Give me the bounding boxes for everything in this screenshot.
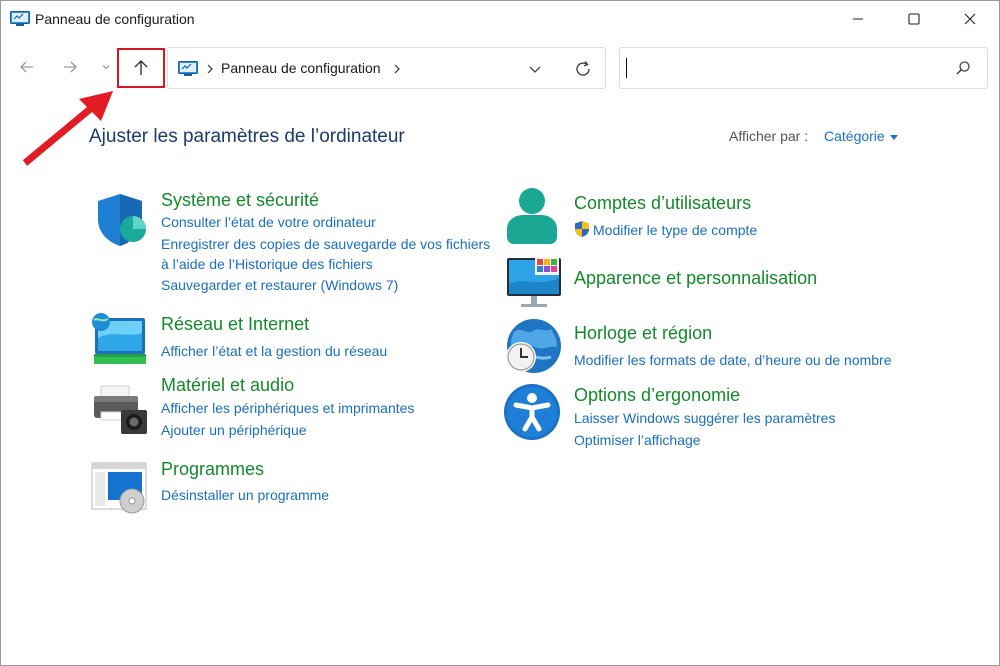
link-change-date-formats[interactable]: Modifier les formats de date, d’heure ou…	[574, 352, 892, 368]
uac-shield-icon	[575, 221, 589, 237]
link-add-device[interactable]: Ajouter un périphérique	[161, 422, 307, 438]
search-input[interactable]	[626, 56, 950, 82]
caret-down-icon	[889, 134, 898, 140]
address-dropdown-icon[interactable]	[527, 60, 543, 78]
chevron-right-icon[interactable]	[204, 60, 216, 78]
link-check-computer-status[interactable]: Consulter l’état de votre ordinateur	[161, 214, 376, 230]
user-icon[interactable]	[503, 187, 561, 245]
address-bar[interactable]: Panneau de configuration	[167, 47, 606, 89]
back-button[interactable]	[11, 51, 43, 83]
window-title: Panneau de configuration	[35, 11, 195, 27]
link-uninstall-program[interactable]: Désinstaller un programme	[161, 487, 329, 503]
control-panel-icon	[10, 11, 30, 26]
link-network-status[interactable]: Afficher l’état et la gestion du réseau	[161, 343, 387, 359]
programs-icon[interactable]	[90, 459, 148, 517]
link-change-account-type[interactable]: Modifier le type de compte	[593, 222, 757, 238]
accessibility-icon[interactable]	[503, 383, 561, 441]
chevron-right-icon[interactable]	[391, 60, 403, 78]
shield-icon[interactable]	[93, 191, 151, 249]
minimize-icon	[853, 18, 863, 20]
network-globe-icon[interactable]	[91, 308, 149, 366]
link-optimize-display[interactable]: Optimiser l’affichage	[574, 432, 701, 448]
link-save-backup-copies[interactable]: Enregistrer des copies de sauvegarde de …	[161, 236, 490, 252]
close-icon	[964, 13, 976, 25]
control-panel-window: Panneau de configuration Panneau de conf…	[0, 0, 1000, 666]
search-box[interactable]	[619, 47, 988, 89]
minimize-button[interactable]	[835, 1, 881, 37]
arrow-right-icon	[64, 61, 77, 73]
globe-clock-icon[interactable]	[503, 317, 561, 375]
category-programs[interactable]: Programmes	[161, 459, 264, 480]
arrow-up-icon	[134, 60, 148, 75]
chevron-down-icon	[102, 65, 110, 70]
category-clock-region[interactable]: Horloge et région	[574, 323, 712, 344]
search-icon[interactable]	[955, 60, 971, 76]
category-system-security[interactable]: Système et sécurité	[161, 190, 319, 211]
recent-locations-button[interactable]	[95, 51, 117, 83]
control-panel-icon	[178, 61, 198, 76]
arrow-left-icon	[20, 61, 33, 73]
page-title: Ajuster les paramètres de l’ordinateur	[89, 126, 405, 147]
category-hardware-sound[interactable]: Matériel et audio	[161, 375, 294, 396]
refresh-icon[interactable]	[573, 59, 593, 79]
title-bar: Panneau de configuration	[1, 1, 999, 37]
close-button[interactable]	[947, 1, 993, 37]
maximize-icon	[908, 13, 920, 25]
view-by-label: Afficher par :	[729, 128, 809, 144]
forward-button[interactable]	[54, 51, 86, 83]
category-network-internet[interactable]: Réseau et Internet	[161, 314, 309, 335]
link-file-history[interactable]: à l’aide de l’Historique des fichiers	[161, 256, 373, 272]
monitor-icon[interactable]	[505, 254, 563, 312]
view-by-dropdown[interactable]: Catégorie	[824, 128, 898, 144]
link-let-windows-suggest[interactable]: Laisser Windows suggérer les paramètres	[574, 410, 835, 426]
view-by-value: Catégorie	[824, 128, 885, 144]
link-backup-restore-win7[interactable]: Sauvegarder et restaurer (Windows 7)	[161, 277, 398, 293]
breadcrumb-control-panel[interactable]: Panneau de configuration	[221, 60, 381, 76]
category-appearance-personalization[interactable]: Apparence et personnalisation	[574, 268, 817, 289]
maximize-button[interactable]	[891, 1, 937, 37]
link-devices-printers[interactable]: Afficher les périphériques et imprimante…	[161, 400, 414, 416]
category-user-accounts[interactable]: Comptes d’utilisateurs	[574, 193, 751, 214]
category-ease-of-access[interactable]: Options d’ergonomie	[574, 385, 740, 406]
printer-icon[interactable]	[91, 382, 149, 440]
